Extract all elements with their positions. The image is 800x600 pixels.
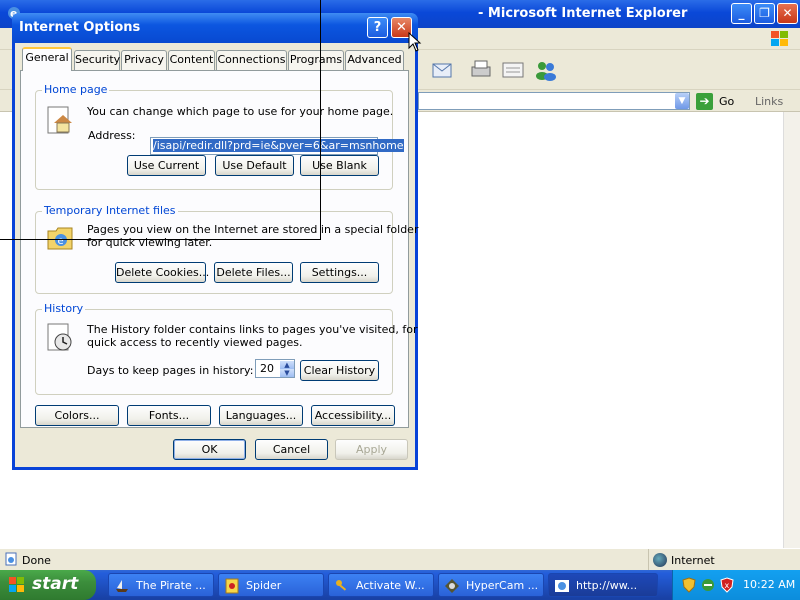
home-address-value: /isapi/redir.dll?prd=ie&pver=6&ar=msnhom… [153,139,404,152]
settings-button[interactable]: Settings... [300,262,379,283]
task-label: HyperCam ... [466,579,539,592]
taskbar: start The Pirate ... Spider Activate W..… [0,570,800,600]
status-text: Done [22,554,51,567]
selection-line-horizontal [0,239,321,240]
windows-logo-icon [9,577,24,592]
hypercam-icon [445,579,459,593]
ok-button[interactable]: OK [173,439,246,460]
links-button[interactable]: Links [755,95,783,108]
house-icon [47,106,72,134]
go-arrow-icon: ➔ [696,93,713,110]
group-title: Home page [42,83,110,96]
taskbar-item-hypercam[interactable]: HyperCam ... [438,573,544,597]
tab-general[interactable]: General [22,47,72,71]
ie-title-text: - Microsoft Internet Explorer [478,6,688,21]
maximize-button[interactable]: ❐ [754,3,775,24]
temp-files-group: Temporary Internet files e Pages you vie… [35,204,418,294]
help-button[interactable]: ? [367,17,388,38]
history-icon [47,323,72,351]
delete-files-button[interactable]: Delete Files... [214,262,293,283]
print-icon[interactable] [468,58,494,82]
use-current-button[interactable]: Use Current [127,155,206,176]
globe-icon [653,553,667,567]
home-address-input[interactable]: /isapi/redir.dll?prd=ie&pver=6&ar=msnhom… [150,137,404,155]
network-icon[interactable] [700,577,716,593]
task-label: http://ww... [576,579,638,592]
taskbar-item-ie[interactable]: http://ww... [548,573,658,597]
folder-ie-icon: e [47,227,73,250]
dialog-title: Internet Options [19,20,141,35]
internet-options-dialog: Internet Options ? ✕ General Security Pr… [12,13,418,470]
delete-cookies-button[interactable]: Delete Cookies... [115,262,209,283]
svg-text:x: x [725,581,730,590]
use-default-button[interactable]: Use Default [215,155,294,176]
days-stepper[interactable]: 20 ▲ ▼ [255,359,295,378]
close-button[interactable]: ✕ [777,3,798,24]
go-label: Go [719,95,735,108]
url-input[interactable] [418,92,690,110]
cancel-button[interactable]: Cancel [255,439,328,460]
clear-history-button[interactable]: Clear History [300,360,379,381]
ie-icon [555,580,569,592]
tab-security[interactable]: Security [74,50,120,70]
tab-content[interactable]: Content [168,50,215,70]
address-label: Address: [88,129,136,142]
edit-icon[interactable] [500,58,526,82]
start-button[interactable]: start [0,570,96,600]
mouse-cursor-icon [408,32,422,52]
dialog-title-bar[interactable]: Internet Options ? ✕ [12,13,418,43]
days-label: Days to keep pages in history: [87,364,254,377]
fonts-button[interactable]: Fonts... [127,405,211,426]
spin-up-icon[interactable]: ▲ [280,361,294,369]
selection-line-vertical [320,0,321,240]
languages-button[interactable]: Languages... [219,405,303,426]
tab-programs[interactable]: Programs [288,50,344,70]
tab-advanced[interactable]: Advanced [345,50,404,70]
history-description-1: The History folder contains links to pag… [87,323,418,336]
use-blank-button[interactable]: Use Blank [300,155,379,176]
group-title: History [42,302,86,315]
days-value: 20 [260,362,274,375]
windows-flag-icon [771,31,788,46]
taskbar-item-spider[interactable]: Spider [218,573,324,597]
spider-icon [225,578,239,594]
go-button[interactable]: ➔ Go [696,93,742,110]
taskbar-item-activate[interactable]: Activate W... [328,573,434,597]
spin-down-icon[interactable]: ▼ [280,369,294,377]
shield-icon[interactable] [681,577,697,593]
chevron-down-icon[interactable]: ▼ [675,93,689,109]
clock: 10:22 AM [743,578,796,591]
tab-privacy[interactable]: Privacy [121,50,167,70]
task-label: Spider [246,579,282,592]
group-title: Temporary Internet files [42,204,178,217]
task-label: Activate W... [356,579,425,592]
pirate-ship-icon [116,580,128,592]
system-tray: x 10:22 AM [672,570,800,600]
accessibility-button[interactable]: Accessibility... [311,405,395,426]
security-zone: Internet [648,549,800,571]
tab-connections[interactable]: Connections [216,50,287,70]
start-label: start [32,574,79,594]
svg-text:e: e [58,236,64,247]
home-page-description: You can change which page to use for you… [87,105,394,118]
history-group: History The History folder contains link… [35,302,418,395]
task-label: The Pirate ... [136,579,206,592]
security-alert-icon[interactable]: x [719,577,735,593]
mail-icon[interactable] [430,58,456,82]
apply-button[interactable]: Apply [335,439,408,460]
colors-button[interactable]: Colors... [35,405,119,426]
messenger-icon[interactable] [533,58,559,82]
temp-files-description-2: for quick viewing later. [87,236,213,249]
page-icon [5,552,17,566]
zone-label: Internet [671,554,715,567]
vertical-scrollbar[interactable] [783,112,800,548]
history-description-2: quick access to recently viewed pages. [87,336,303,349]
minimize-button[interactable]: _ [731,3,752,24]
taskbar-item-pirate[interactable]: The Pirate ... [108,573,214,597]
dialog-body: General Security Privacy Content Connect… [15,43,418,467]
temp-files-description-1: Pages you view on the Internet are store… [87,223,419,236]
status-bar: Done Internet [0,548,800,571]
general-tab-panel: Home page You can change which page to u… [20,70,418,428]
keys-icon [336,580,347,591]
